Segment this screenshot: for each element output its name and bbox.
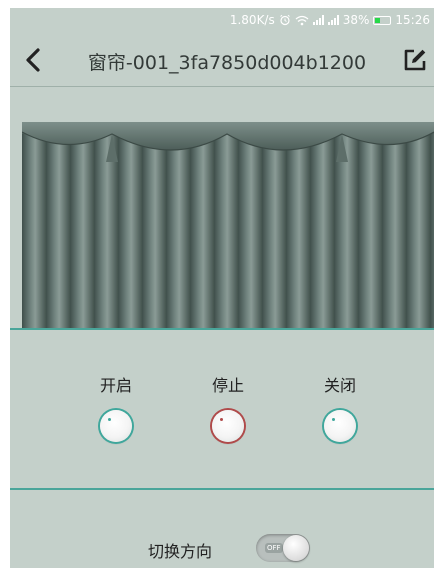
signal-icon: [327, 15, 339, 25]
app-screen: 1.80K/s 38% 15:26 窗帘-001_3fa7850d004b120…: [10, 8, 434, 568]
alarm-icon: [279, 14, 290, 26]
wifi-icon: [295, 15, 309, 25]
signal-icon: [312, 15, 324, 25]
direction-switch[interactable]: OFF: [256, 534, 310, 562]
edit-icon[interactable]: [402, 47, 428, 73]
open-control: 开启: [76, 372, 156, 442]
nav-bar: 窗帘-001_3fa7850d004b1200: [10, 36, 434, 84]
status-bar: 1.80K/s 38% 15:26: [10, 8, 434, 32]
page-title: 窗帘-001_3fa7850d004b1200: [87, 52, 367, 74]
close-control: 关闭: [300, 372, 380, 442]
direction-label: 切换方向: [148, 542, 213, 561]
curtain-image: [22, 122, 434, 330]
chevron-left-icon[interactable]: [20, 46, 48, 74]
open-button[interactable]: [100, 410, 132, 442]
network-speed: 1.80K/s: [229, 13, 275, 27]
stop-label: 停止: [211, 376, 244, 395]
clock-time: 15:26: [395, 13, 430, 27]
battery-icon: [373, 15, 392, 25]
battery-percent: 38%: [342, 13, 370, 27]
switch-thumb: [283, 535, 309, 561]
close-button[interactable]: [324, 410, 356, 442]
direction-row: 切换方向 OFF: [10, 532, 434, 566]
curtain-bottom-line: [10, 328, 434, 330]
close-label: 关闭: [323, 376, 356, 395]
header-divider: [10, 86, 434, 87]
section-divider: [10, 488, 434, 490]
open-label: 开启: [99, 376, 132, 395]
stop-button[interactable]: [212, 410, 244, 442]
stop-control: 停止: [188, 372, 268, 442]
switch-off-label: OFF: [265, 543, 283, 553]
